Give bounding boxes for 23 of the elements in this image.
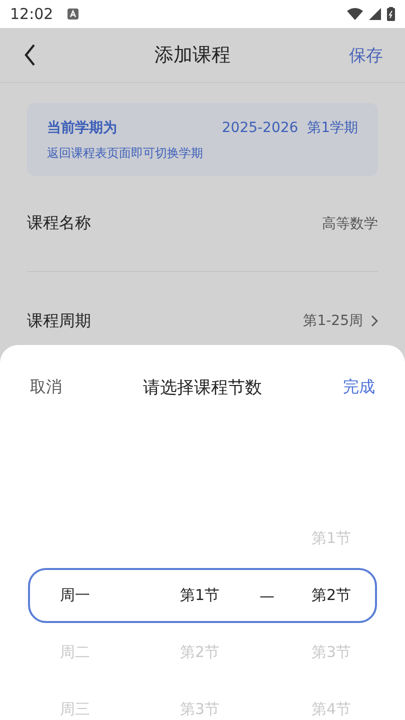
- signal-icon: [369, 8, 381, 20]
- back-icon[interactable]: [24, 44, 36, 66]
- save-button[interactable]: 保存: [349, 44, 383, 66]
- battery-icon: [387, 7, 395, 21]
- semester-label: 当前学期为: [47, 119, 117, 137]
- field-label: 课程周期: [27, 310, 92, 332]
- cancel-button[interactable]: 取消: [30, 376, 62, 398]
- done-button[interactable]: 完成: [343, 376, 375, 398]
- field-label: 课程名称: [27, 213, 92, 234]
- semester-value: 2025-2026 第1学期: [222, 119, 358, 137]
- picker-option[interactable]: 第2节: [311, 586, 351, 604]
- selection-frame[interactable]: 周一 第1节 — 第2节: [28, 568, 377, 623]
- picker-option[interactable]: 周一: [60, 586, 90, 604]
- notification-icon: [67, 8, 80, 20]
- page-title: 添加课程: [154, 43, 232, 68]
- picker-option[interactable]: 第1节: [180, 586, 220, 604]
- semester-hint: 返回课程表页面即可切换学期: [47, 145, 204, 162]
- wifi-icon: [347, 8, 363, 20]
- sheet-title: 请选择课程节数: [142, 376, 263, 398]
- range-separator: —: [260, 586, 274, 604]
- field-value[interactable]: 高等数学: [322, 214, 378, 232]
- status-time: 12:02: [10, 5, 54, 23]
- field-value[interactable]: 第1-25周: [303, 312, 363, 330]
